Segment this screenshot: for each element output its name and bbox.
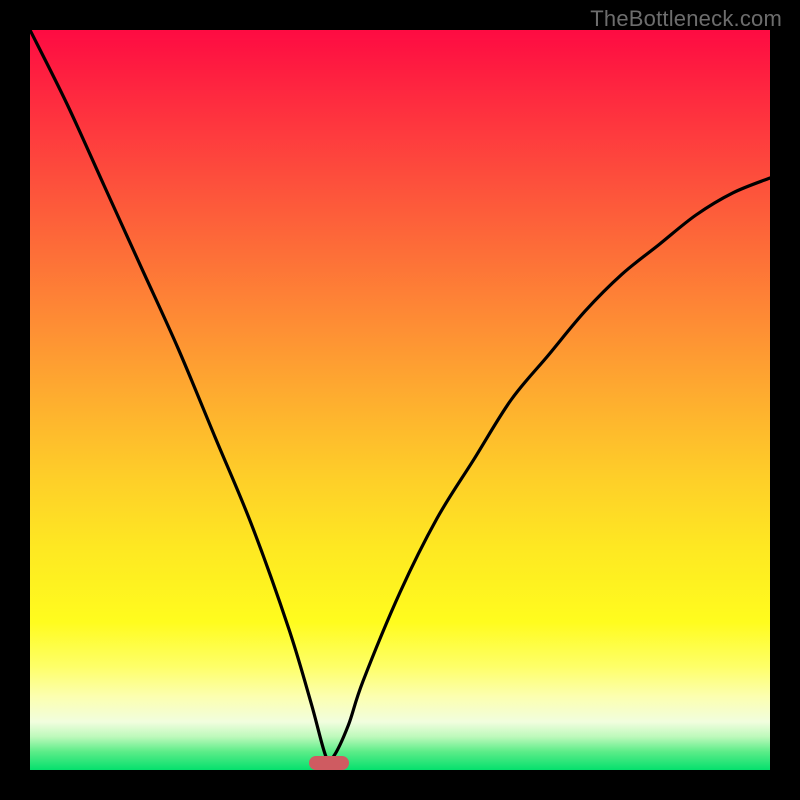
watermark-label: TheBottleneck.com bbox=[590, 6, 782, 32]
bottleneck-curve bbox=[30, 30, 770, 770]
plot-area bbox=[30, 30, 770, 770]
optimal-marker bbox=[309, 756, 349, 770]
frame: TheBottleneck.com bbox=[0, 0, 800, 800]
